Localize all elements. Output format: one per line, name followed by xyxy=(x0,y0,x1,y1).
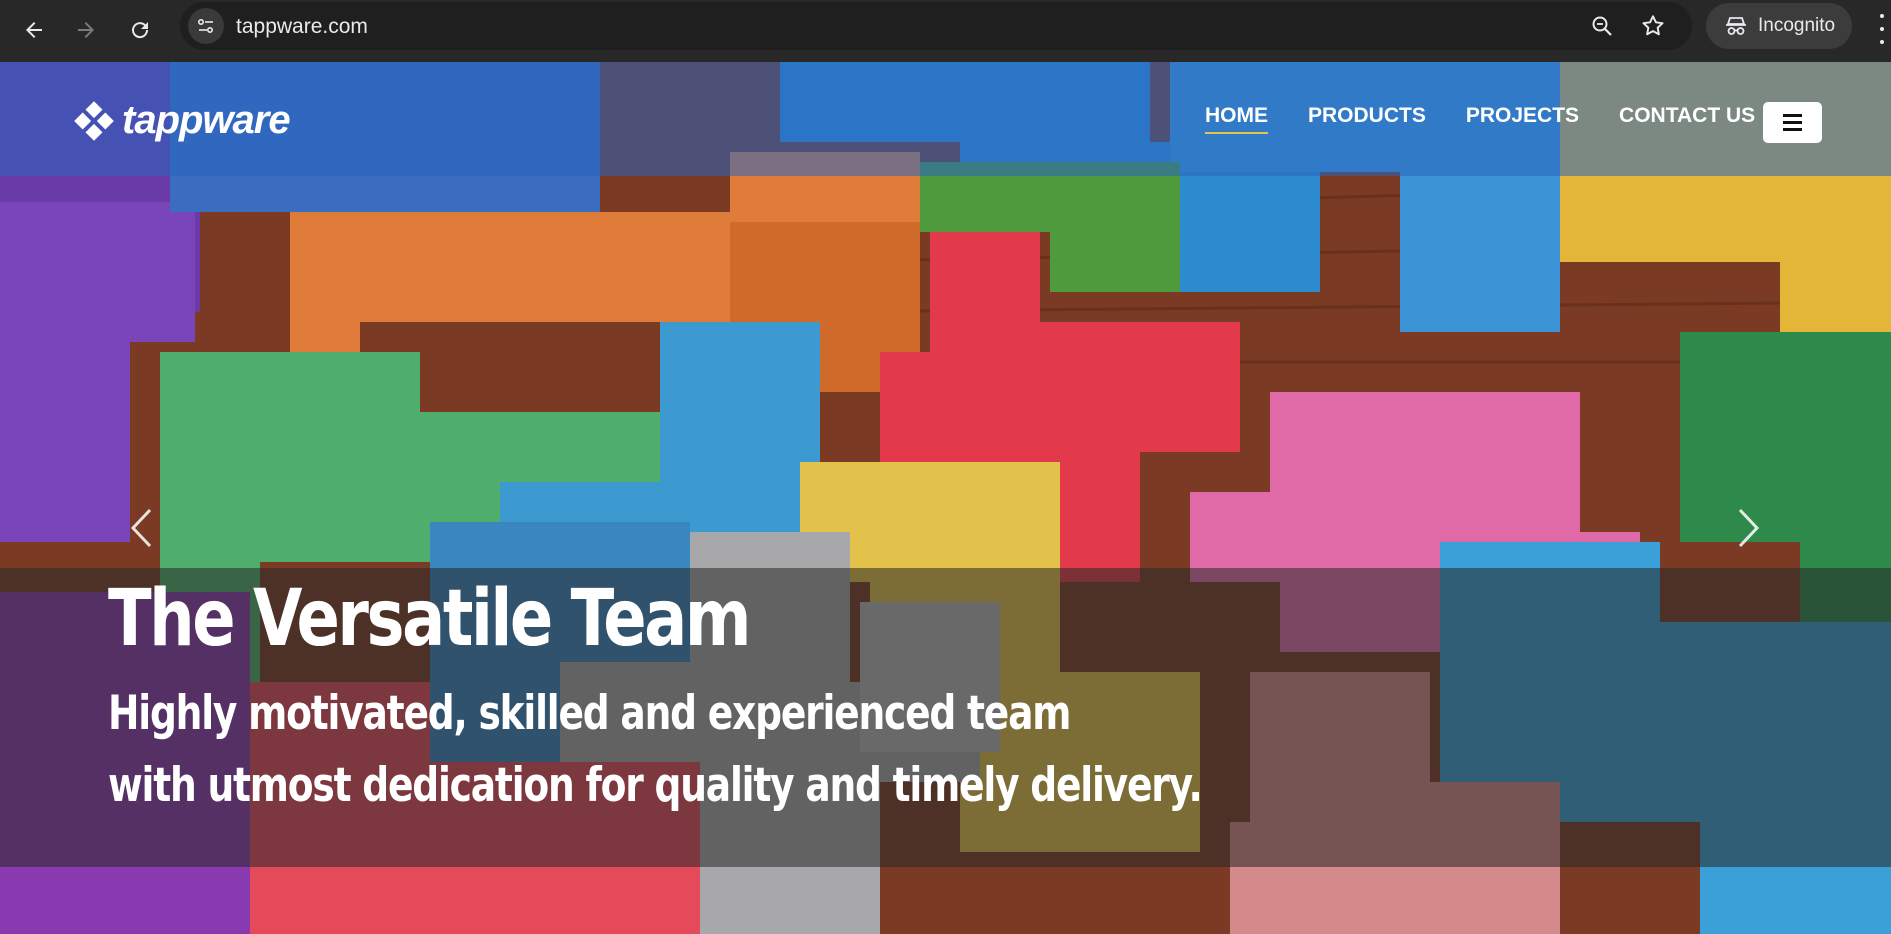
nav-projects[interactable]: PROJECTS xyxy=(1466,104,1579,134)
forward-arrow-icon xyxy=(78,22,94,38)
back-arrow-icon xyxy=(26,22,42,38)
incognito-indicator[interactable]: Incognito xyxy=(1706,3,1852,49)
nav-home[interactable]: HOME xyxy=(1205,104,1268,134)
browser-toolbar: tappware.com Incognito xyxy=(0,0,1891,62)
more-options-icon[interactable] xyxy=(1878,14,1886,44)
reload-button[interactable] xyxy=(120,10,160,50)
star-icon[interactable] xyxy=(1640,13,1666,39)
incognito-label: Incognito xyxy=(1758,15,1836,36)
hero-title: The Versatile Team xyxy=(108,574,752,664)
hamburger-icon xyxy=(1783,114,1802,117)
hero-carousel: tappware HOME PRODUCTS PROJECTS CONTACT … xyxy=(0,62,1891,934)
site-header: tappware HOME PRODUCTS PROJECTS CONTACT … xyxy=(0,62,1891,176)
hero-subtitle-line-2: with utmost dedication for quality and t… xyxy=(108,758,1203,813)
site-info-button[interactable] xyxy=(188,8,224,44)
reload-icon xyxy=(132,22,149,39)
zoom-icon[interactable] xyxy=(1590,14,1614,38)
hero-subtitle-line-1: Highly motivated, skilled and experience… xyxy=(108,686,1071,741)
carousel-prev-icon[interactable] xyxy=(130,508,152,548)
logo-text: tappware xyxy=(122,98,291,142)
nav-products[interactable]: PRODUCTS xyxy=(1308,104,1426,134)
site-info-icon xyxy=(197,18,214,34)
forward-button[interactable] xyxy=(66,10,106,50)
hamburger-menu-button[interactable] xyxy=(1763,102,1822,143)
url-text[interactable]: tappware.com xyxy=(236,15,368,39)
carousel-next-icon[interactable] xyxy=(1738,508,1760,548)
carousel-caption: The Versatile Team Highly motivated, ski… xyxy=(0,568,1891,867)
nav-contact-us[interactable]: CONTACT US xyxy=(1619,104,1755,134)
back-button[interactable] xyxy=(14,10,54,50)
tappware-logo[interactable]: tappware xyxy=(72,98,291,143)
tappware-logo-icon xyxy=(74,100,114,141)
main-navigation: HOME PRODUCTS PROJECTS CONTACT US xyxy=(1205,104,1755,134)
incognito-icon xyxy=(1726,17,1746,35)
address-bar[interactable]: tappware.com xyxy=(180,2,1692,50)
